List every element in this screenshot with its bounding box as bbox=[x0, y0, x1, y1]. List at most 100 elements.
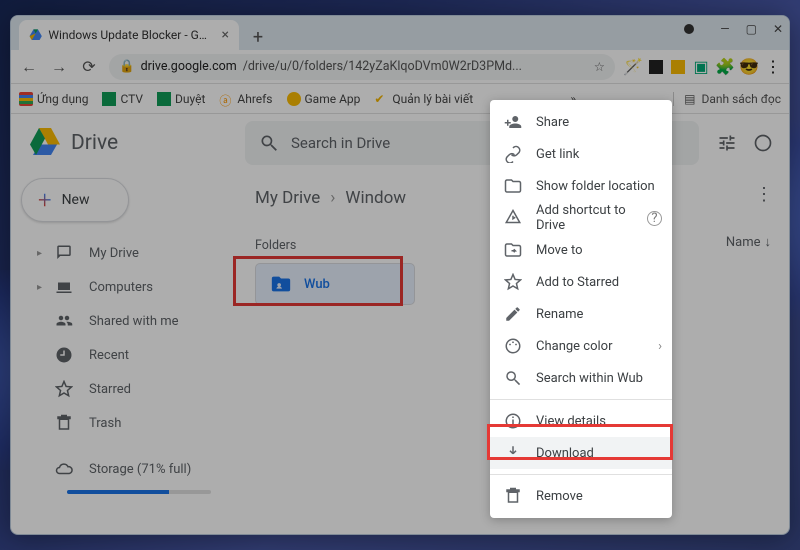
ext-wand-icon[interactable]: 🪄 bbox=[625, 59, 641, 75]
sheets-icon bbox=[102, 92, 116, 106]
menu-label: Remove bbox=[536, 489, 583, 504]
menu-label: Add to Starred bbox=[536, 275, 619, 290]
folder-name: Wub bbox=[304, 277, 330, 292]
folder-move-icon bbox=[504, 241, 522, 259]
bookmark-star-icon[interactable]: ☆ bbox=[594, 59, 605, 75]
menu-rename[interactable]: Rename bbox=[490, 298, 672, 330]
account-dot-icon[interactable] bbox=[684, 24, 694, 34]
bookmark-ahrefs-label: Ahrefs bbox=[237, 92, 272, 106]
trash-icon bbox=[504, 487, 522, 505]
bookmark-duyet[interactable]: Duyệt bbox=[157, 92, 205, 106]
cloud-icon bbox=[55, 460, 73, 478]
menu-searchwithin[interactable]: Search within Wub bbox=[490, 362, 672, 394]
ext-square-icon[interactable]: ▣ bbox=[693, 59, 709, 75]
sidebar-label: My Drive bbox=[89, 246, 139, 261]
window-controls: — ▢ ✕ bbox=[684, 22, 783, 36]
context-menu: Share Get link Show folder location Add … bbox=[490, 100, 672, 518]
chevron-right-icon: ▸ bbox=[37, 282, 45, 293]
menu-separator bbox=[490, 399, 672, 400]
chrome-menu-icon[interactable]: ⋮ bbox=[765, 59, 781, 75]
palette-icon bbox=[504, 337, 522, 355]
trash-icon bbox=[55, 414, 73, 432]
menu-addshortcut[interactable]: Add shortcut to Drive? bbox=[490, 202, 672, 234]
bookmark-ctv-label: CTV bbox=[120, 92, 143, 106]
folder-outline-icon bbox=[504, 177, 522, 195]
chevron-right-icon: › bbox=[658, 339, 662, 354]
minimize-button[interactable]: — bbox=[720, 22, 729, 36]
person-add-icon bbox=[504, 113, 522, 131]
bookmark-gameapp[interactable]: Game App bbox=[287, 92, 361, 106]
sidebar-item-recent[interactable]: ▸Recent bbox=[17, 338, 229, 372]
clock-icon bbox=[55, 346, 73, 364]
laptop-icon bbox=[55, 278, 73, 296]
sidebar-item-trash[interactable]: ▸Trash bbox=[17, 406, 229, 440]
bookmark-qlbv[interactable]: ✔ Quản lý bài viết bbox=[374, 92, 473, 106]
drive-shortcut-icon bbox=[504, 209, 522, 227]
tab-close-icon[interactable]: × bbox=[222, 27, 229, 43]
menu-remove[interactable]: Remove bbox=[490, 480, 672, 512]
storage-fill bbox=[67, 490, 169, 494]
menu-changecolor[interactable]: Change color› bbox=[490, 330, 672, 362]
menu-showloc[interactable]: Show folder location bbox=[490, 170, 672, 202]
menu-viewdetails[interactable]: View details bbox=[490, 405, 672, 437]
breadcrumb-current[interactable]: Window bbox=[345, 188, 406, 208]
bookmark-qlbv-label: Quản lý bài viết bbox=[392, 92, 473, 106]
reading-list-button[interactable]: ▤Danh sách đọc bbox=[673, 92, 781, 106]
reload-button[interactable]: ⟳ bbox=[79, 57, 99, 77]
help-badge-icon[interactable]: ? bbox=[647, 211, 662, 226]
search-icon bbox=[504, 369, 522, 387]
sidebar-item-storage[interactable]: ▸Storage (71% full) bbox=[17, 452, 229, 486]
sidebar-item-mydrive[interactable]: ▸My Drive bbox=[17, 236, 229, 270]
sidebar-label: Storage (71% full) bbox=[89, 462, 191, 477]
chevron-right-icon: › bbox=[330, 188, 335, 208]
ext-block-icon[interactable] bbox=[649, 60, 663, 74]
download-icon bbox=[504, 444, 522, 462]
task-icon: ✔ bbox=[374, 92, 388, 106]
browser-tab[interactable]: Windows Update Blocker - Goog × bbox=[19, 20, 239, 50]
menu-moveto[interactable]: Move to bbox=[490, 234, 672, 266]
menu-download[interactable]: Download bbox=[490, 437, 672, 469]
new-tab-button[interactable]: + bbox=[245, 24, 271, 50]
back-button[interactable]: ← bbox=[19, 57, 39, 77]
more-options-button[interactable]: ⋮ bbox=[755, 184, 771, 205]
game-icon bbox=[287, 92, 301, 106]
bookmark-ahrefs[interactable]: ⓐ Ahrefs bbox=[219, 92, 272, 106]
storage-bar bbox=[67, 490, 211, 494]
close-window-button[interactable]: ✕ bbox=[773, 22, 783, 36]
bookmark-apps[interactable]: Ứng dụng bbox=[19, 92, 88, 106]
new-button[interactable]: + New bbox=[21, 178, 129, 222]
menu-label: Move to bbox=[536, 243, 583, 258]
help-icon[interactable] bbox=[753, 133, 773, 153]
sidebar-item-starred[interactable]: ▸Starred bbox=[17, 372, 229, 406]
sidebar-item-computers[interactable]: ▸Computers bbox=[17, 270, 229, 304]
bookmark-ctv[interactable]: CTV bbox=[102, 92, 143, 106]
menu-label: Search within Wub bbox=[536, 371, 643, 386]
ahrefs-icon: ⓐ bbox=[219, 92, 233, 106]
sidebar: + New ▸My Drive ▸Computers ▸Shared with … bbox=[11, 172, 237, 534]
url-host: drive.google.com bbox=[141, 59, 237, 74]
drive-logo[interactable]: Drive bbox=[27, 125, 237, 161]
lock-icon: 🔒 bbox=[119, 59, 135, 74]
bookmark-gameapp-label: Game App bbox=[305, 92, 361, 106]
filter-tune-icon[interactable] bbox=[717, 133, 737, 153]
sidebar-item-shared[interactable]: ▸Shared with me bbox=[17, 304, 229, 338]
shared-folder-icon bbox=[270, 273, 292, 295]
reading-list-icon: ▤ bbox=[684, 92, 695, 106]
menu-getlink[interactable]: Get link bbox=[490, 138, 672, 170]
menu-addstar[interactable]: Add to Starred bbox=[490, 266, 672, 298]
link-icon bbox=[504, 145, 522, 163]
maximize-button[interactable]: ▢ bbox=[746, 22, 757, 36]
ext-tag-icon[interactable] bbox=[671, 60, 685, 74]
titlebar: Windows Update Blocker - Goog × + — ▢ ✕ bbox=[11, 16, 789, 50]
breadcrumb-root[interactable]: My Drive bbox=[255, 188, 320, 208]
sidebar-label: Trash bbox=[89, 416, 121, 431]
profile-avatar-icon[interactable]: 😎 bbox=[741, 59, 757, 75]
url-field[interactable]: 🔒 drive.google.com /drive/u/0/folders/14… bbox=[109, 54, 615, 80]
drive-logo-icon bbox=[27, 125, 63, 161]
menu-share[interactable]: Share bbox=[490, 106, 672, 138]
extensions-puzzle-icon[interactable]: 🧩 bbox=[717, 59, 733, 75]
folder-item-wub[interactable]: Wub bbox=[255, 263, 415, 305]
drive-favicon bbox=[29, 28, 42, 42]
sort-label[interactable]: Name↓ bbox=[726, 234, 771, 250]
forward-button[interactable]: → bbox=[49, 57, 69, 77]
